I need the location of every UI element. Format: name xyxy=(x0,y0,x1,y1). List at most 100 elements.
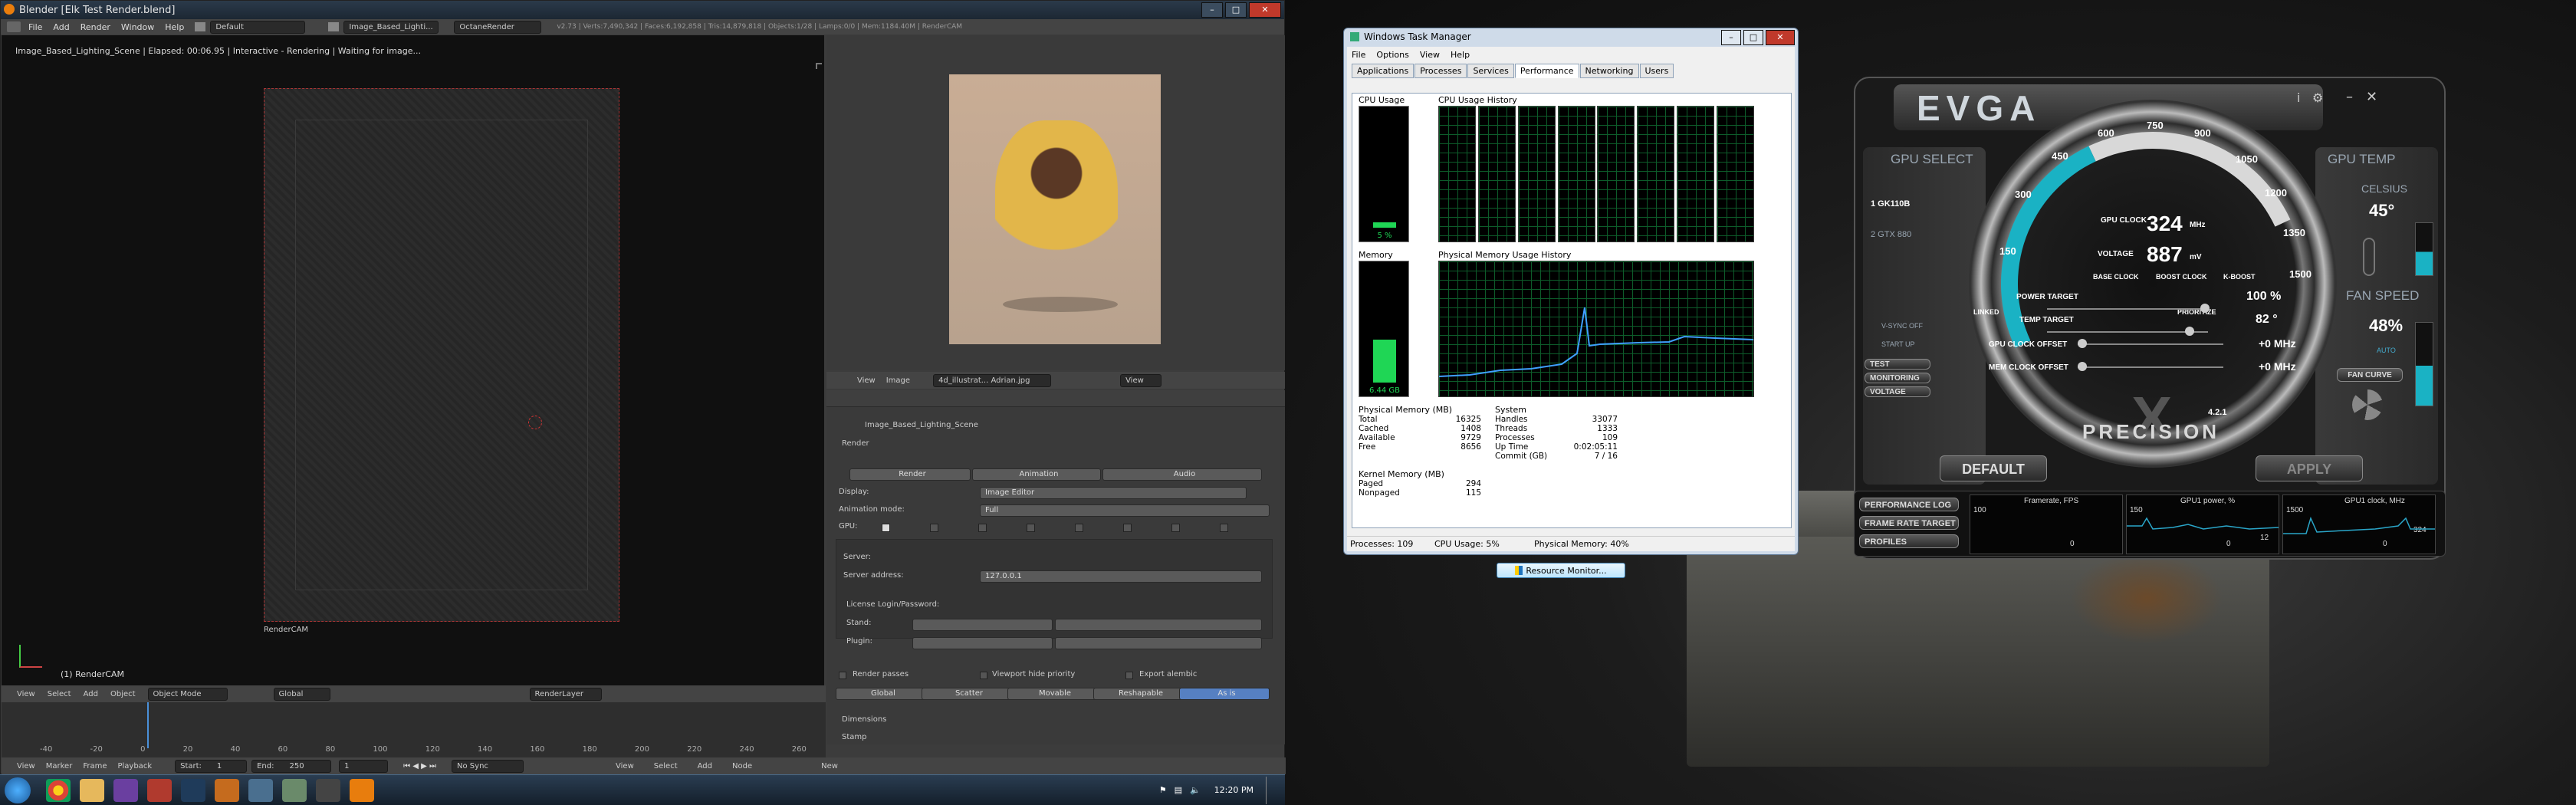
tray-clock[interactable]: 12:20 PM xyxy=(1214,785,1254,795)
menu-help[interactable]: Help xyxy=(165,22,184,32)
show-desktop-button[interactable] xyxy=(1266,776,1274,804)
render-button[interactable]: Render xyxy=(849,468,971,481)
current-frame-field[interactable]: 1 xyxy=(339,759,389,773)
gpu-checkbox[interactable] xyxy=(1075,524,1083,532)
menu-render[interactable]: Render xyxy=(80,22,110,32)
voltage-button[interactable]: VOLTAGE xyxy=(1865,386,1930,397)
scene-field[interactable]: Image_Based_Lighti... xyxy=(343,20,439,34)
taskmgr-menu-file[interactable]: File xyxy=(1352,50,1365,60)
timeline-menu-playback[interactable]: Playback xyxy=(117,762,152,770)
plugin-password-field[interactable] xyxy=(1055,637,1262,649)
screen-layout-icon[interactable] xyxy=(195,22,206,31)
apply-button[interactable]: APPLY xyxy=(2256,455,2363,481)
timeline-menu-frame[interactable]: Frame xyxy=(83,762,107,770)
animation-button[interactable]: Animation xyxy=(972,468,1101,481)
editor-type-icon[interactable] xyxy=(7,21,21,32)
gpu-checkbox[interactable] xyxy=(1123,524,1132,532)
gpu2-select[interactable]: 2 GTX 880 xyxy=(1871,230,1911,239)
app-icon[interactable] xyxy=(147,778,172,802)
scene-icon[interactable] xyxy=(328,22,340,31)
gpu-clock-offset-slider[interactable] xyxy=(2078,339,2087,348)
gpu-checkbox[interactable] xyxy=(1027,524,1035,532)
default-button[interactable]: DEFAULT xyxy=(1940,455,2047,481)
blender-taskbar-icon[interactable] xyxy=(350,778,374,802)
kboost-toggle[interactable]: K-BOOST xyxy=(2223,273,2256,281)
resource-monitor-button[interactable]: Resource Monitor... xyxy=(1497,563,1625,578)
gpu-checkbox[interactable] xyxy=(1171,524,1180,532)
photoshop-icon[interactable] xyxy=(181,778,205,802)
export-alembic-checkbox[interactable] xyxy=(1125,672,1133,679)
image-name-field[interactable]: 4d_illustrat... Adrian.jpg xyxy=(933,373,1052,387)
tab-movable[interactable]: Movable xyxy=(1007,688,1098,700)
sync-select[interactable]: No Sync xyxy=(452,759,524,773)
tray-network-icon[interactable]: ▤ xyxy=(1175,785,1182,795)
taskmgr-menu-help[interactable]: Help xyxy=(1451,50,1470,60)
viewport-menu-view[interactable]: View xyxy=(17,690,35,698)
animation-mode-select[interactable]: Full xyxy=(980,504,1270,517)
tray-volume-icon[interactable]: 🔈 xyxy=(1190,785,1201,795)
render-engine-select[interactable]: OctaneRender xyxy=(454,20,542,34)
taskmgr-maximize-button[interactable]: □ xyxy=(1743,30,1763,45)
start-frame-field[interactable]: Start: 1 xyxy=(175,759,248,773)
gpu-checkbox[interactable] xyxy=(1220,524,1228,532)
frame-rate-target-button[interactable]: FRAME RATE TARGET xyxy=(1859,516,1959,530)
end-frame-field[interactable]: End: 250 xyxy=(251,759,332,773)
play-controls-icon[interactable]: ⏮ ◀ ▶ ⏭ xyxy=(403,762,436,770)
viewport-hide-checkbox[interactable] xyxy=(980,672,987,679)
tab-performance[interactable]: Performance xyxy=(1514,64,1579,78)
timeline-area[interactable]: -40 -20 0 20 40 60 80 100 120 140 160 18… xyxy=(2,702,826,757)
node-menu-add[interactable]: Add xyxy=(698,762,712,770)
viewport-menu-select[interactable]: Select xyxy=(48,690,71,698)
taskmgr-menu-options[interactable]: Options xyxy=(1376,50,1408,60)
fan-curve-button[interactable]: FAN CURVE xyxy=(2337,368,2403,382)
info-icon[interactable]: i xyxy=(2297,90,2300,105)
tab-reshapable[interactable]: Reshapable xyxy=(1093,688,1184,700)
screen-layout-field[interactable]: Default xyxy=(210,20,306,34)
taskmgr-menu-view[interactable]: View xyxy=(1420,50,1440,60)
node-menu-view[interactable]: View xyxy=(616,762,634,770)
taskmgr-minimize-button[interactable]: – xyxy=(1721,30,1741,45)
audio-button[interactable]: Audio xyxy=(1102,468,1262,481)
tray-flag-icon[interactable]: ⚑ xyxy=(1159,785,1167,795)
profiles-button[interactable]: PROFILES xyxy=(1859,534,1959,548)
startup-toggle[interactable]: START UP xyxy=(1881,340,1915,348)
mode-select[interactable]: Object Mode xyxy=(147,687,228,701)
maximize-button[interactable]: □ xyxy=(1225,2,1247,18)
tab-processes[interactable]: Processes xyxy=(1414,64,1467,78)
image-menu-image[interactable]: Image xyxy=(886,376,910,385)
stand-login-field[interactable] xyxy=(912,619,1053,631)
monitoring-button[interactable]: MONITORING xyxy=(1865,373,1930,383)
gpu-checkbox[interactable] xyxy=(978,524,987,532)
menu-file[interactable]: File xyxy=(28,22,42,32)
viewport-menu-object[interactable]: Object xyxy=(110,690,136,698)
temp-target-slider[interactable] xyxy=(2185,327,2194,336)
3d-cursor-icon[interactable] xyxy=(528,416,542,429)
stamp-panel-header[interactable]: Stamp xyxy=(842,733,867,745)
viewport-menu-add[interactable]: Add xyxy=(84,690,98,698)
network-app-icon[interactable] xyxy=(248,778,273,802)
corner-widget-icon[interactable] xyxy=(816,63,822,69)
test-button[interactable]: TEST xyxy=(1865,359,1930,370)
menu-window[interactable]: Window xyxy=(121,22,154,32)
stand-password-field[interactable] xyxy=(1055,619,1262,631)
evga-taskbar-icon[interactable] xyxy=(316,778,340,802)
timeline-current-frame[interactable] xyxy=(147,702,149,748)
server-address-field[interactable]: 127.0.0.1 xyxy=(980,570,1262,583)
display-select[interactable]: Image Editor xyxy=(980,487,1247,499)
chrome-icon[interactable] xyxy=(46,778,71,802)
tab-networking[interactable]: Networking xyxy=(1579,64,1639,78)
power-target-slider[interactable] xyxy=(2200,304,2210,313)
folder-icon[interactable] xyxy=(80,778,104,802)
minimize-button[interactable]: – xyxy=(1201,2,1223,18)
timeline-menu-view[interactable]: View xyxy=(17,762,35,770)
gpu1-select[interactable]: 1 GK110B xyxy=(1871,199,1910,209)
render-section-header[interactable]: Render xyxy=(842,439,869,452)
plugin-login-field[interactable] xyxy=(912,637,1053,649)
vsync-toggle[interactable]: V-SYNC OFF xyxy=(1881,322,1923,330)
performance-log-button[interactable]: PERFORMANCE LOG xyxy=(1859,498,1959,511)
tab-services[interactable]: Services xyxy=(1467,64,1514,78)
render-passes-checkbox[interactable] xyxy=(839,672,846,679)
settings-icon[interactable]: ⚙ xyxy=(2312,90,2323,105)
dimensions-panel-header[interactable]: Dimensions xyxy=(842,715,886,728)
tab-scatter[interactable]: Scatter xyxy=(922,688,1012,700)
